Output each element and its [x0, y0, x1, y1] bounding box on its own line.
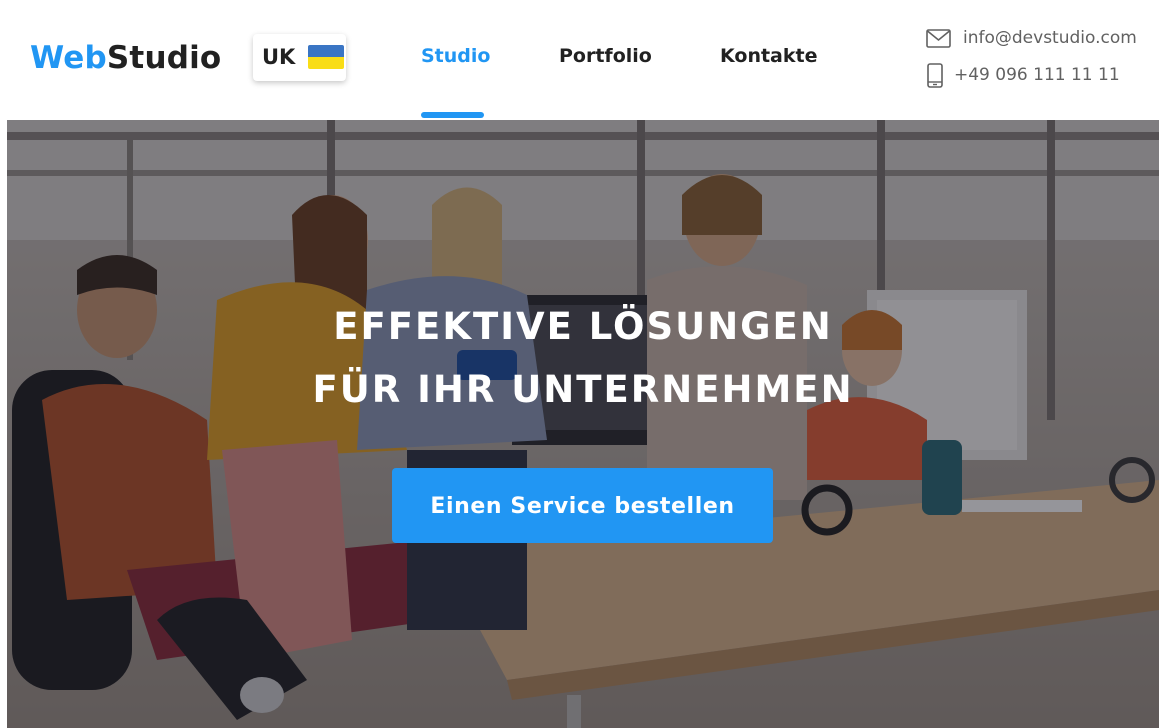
contact-phone-text: +49 096 111 11 11: [954, 65, 1120, 85]
language-code: UK: [262, 45, 296, 69]
nav-link-kontakte[interactable]: Kontakte: [720, 44, 817, 68]
active-nav-indicator: [421, 112, 484, 118]
nav-link-portfolio[interactable]: Portfolio: [559, 44, 652, 68]
logo-part-studio: Studio: [106, 40, 222, 76]
hero-section: EFFEKTIVE LÖSUNGEN FÜR IHR UNTERNEHMEN E…: [7, 120, 1159, 728]
order-service-button[interactable]: Einen Service bestellen: [392, 468, 773, 543]
mobile-phone-icon: [927, 63, 943, 94]
hero-dark-overlay: [7, 120, 1159, 728]
hero-title-line2: FÜR IHR UNTERNEHMEN: [312, 368, 854, 411]
site-header: WebStudio UK Studio Portfolio Kontakte i…: [0, 0, 1162, 120]
contact-email-text: info@devstudio.com: [963, 28, 1137, 48]
nav-link-studio[interactable]: Studio: [421, 44, 490, 68]
hero-title-line1: EFFEKTIVE LÖSUNGEN: [333, 305, 833, 348]
envelope-icon: [926, 29, 951, 54]
language-switcher[interactable]: UK: [253, 34, 346, 81]
logo-part-web: Web: [30, 40, 107, 76]
logo[interactable]: WebStudio: [30, 38, 221, 78]
ukraine-flag-icon: [308, 45, 344, 69]
